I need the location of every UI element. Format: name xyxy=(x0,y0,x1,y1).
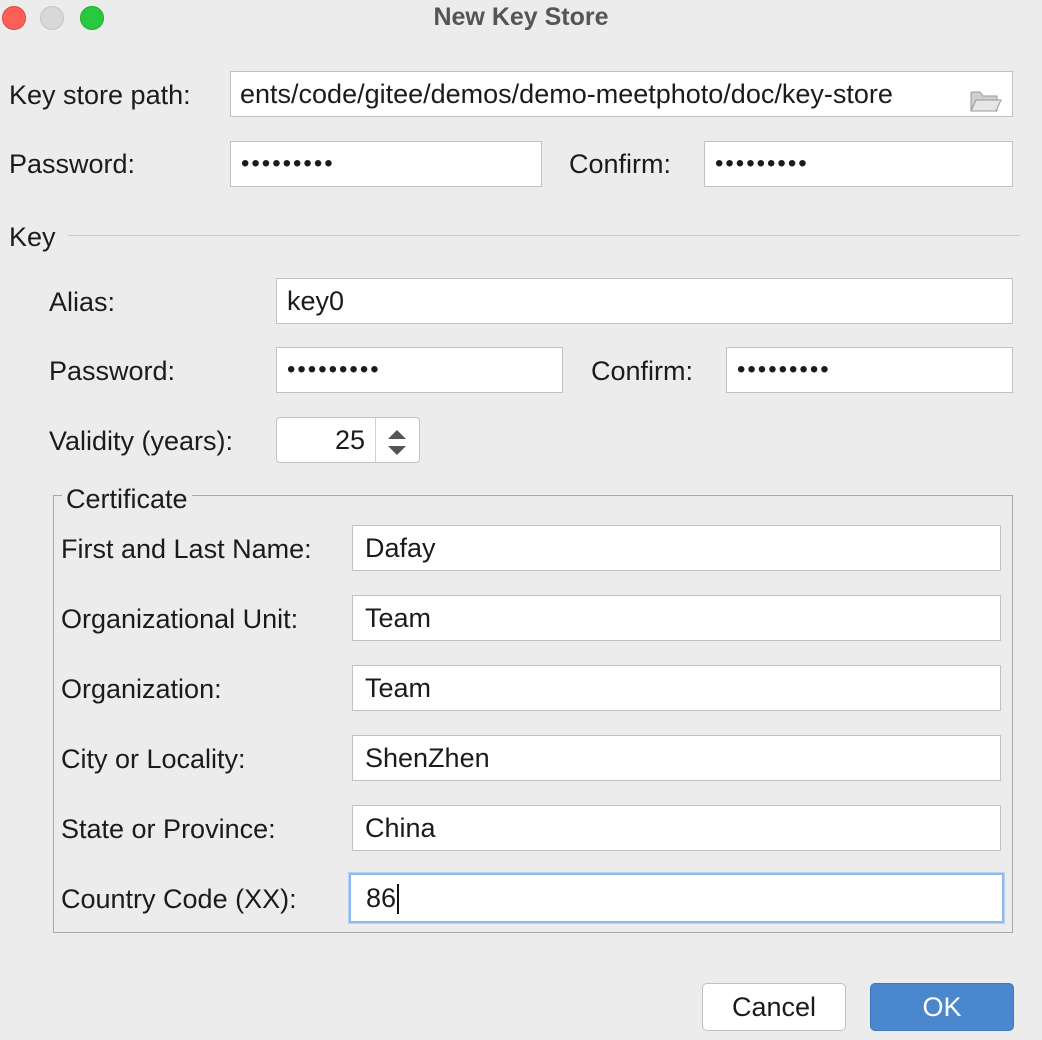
key-section-divider xyxy=(68,235,1020,236)
validity-label: Validity (years): xyxy=(49,426,234,456)
key-password-label: Password: xyxy=(49,356,176,386)
organization-label: Organization: xyxy=(61,674,222,704)
alias-field[interactable]: key0 xyxy=(276,278,1013,324)
state-label: State or Province: xyxy=(61,814,276,844)
keystore-confirm-field[interactable]: ••••••••• xyxy=(704,141,1013,187)
key-confirm-label: Confirm: xyxy=(591,356,694,386)
ok-button[interactable]: OK xyxy=(870,983,1014,1031)
unit-field[interactable]: Team xyxy=(352,595,1001,641)
window-title: New Key Store xyxy=(433,3,609,31)
country-code-field[interactable]: 86 xyxy=(349,873,1004,923)
keystore-confirm-label: Confirm: xyxy=(569,149,672,179)
certificate-group-label: Certificate xyxy=(62,483,192,515)
text-cursor xyxy=(397,884,400,914)
alias-label: Alias: xyxy=(49,287,116,317)
unit-label: Organizational Unit: xyxy=(61,604,299,634)
cancel-button[interactable]: Cancel xyxy=(702,983,846,1031)
key-store-path-field[interactable]: ents/code/gitee/demos/demo-meetphoto/doc… xyxy=(230,71,1013,117)
key-password-field[interactable]: ••••••••• xyxy=(276,347,563,393)
key-store-path-label: Key store path: xyxy=(9,80,191,110)
country-code-value: 86 xyxy=(366,883,397,913)
keystore-password-label: Password: xyxy=(9,149,136,179)
spinner-down-icon[interactable] xyxy=(387,443,407,461)
organization-field[interactable]: Team xyxy=(352,665,1001,711)
key-section-label: Key xyxy=(9,222,56,252)
validity-value[interactable]: 25 xyxy=(277,418,365,462)
folder-icon[interactable] xyxy=(970,82,1002,112)
city-label: City or Locality: xyxy=(61,744,246,774)
state-field[interactable]: China xyxy=(352,805,1001,851)
spinner-divider xyxy=(375,418,376,462)
key-confirm-field[interactable]: ••••••••• xyxy=(726,347,1013,393)
keystore-password-field[interactable]: ••••••••• xyxy=(230,141,542,187)
city-field[interactable]: ShenZhen xyxy=(352,735,1001,781)
name-label: First and Last Name: xyxy=(61,534,312,564)
title-bar: New Key Store xyxy=(0,0,1042,38)
key-store-path-value: ents/code/gitee/demos/demo-meetphoto/doc… xyxy=(240,79,893,109)
name-field[interactable]: Dafay xyxy=(352,525,1001,571)
validity-spinner[interactable]: 25 xyxy=(276,417,420,463)
country-code-label: Country Code (XX): xyxy=(61,884,297,914)
